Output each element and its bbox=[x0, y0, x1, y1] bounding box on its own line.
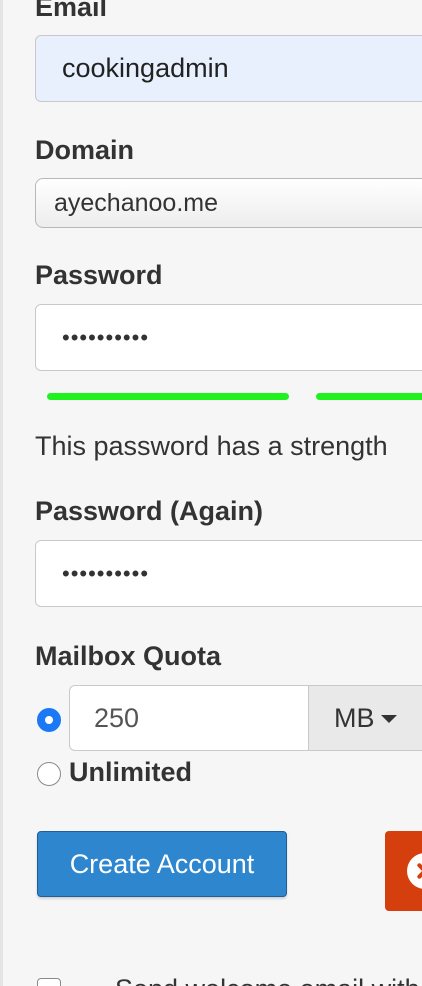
email-input-value: cookingadmin bbox=[62, 53, 229, 83]
domain-select[interactable]: ayechanoo.me bbox=[35, 178, 422, 228]
quota-unit-value: MB bbox=[334, 702, 375, 733]
quota-input[interactable]: 250 bbox=[69, 685, 309, 751]
cancel-button[interactable] bbox=[385, 831, 422, 911]
email-label: Email bbox=[35, 0, 108, 22]
email-input[interactable]: cookingadmin bbox=[35, 35, 422, 102]
password-again-input[interactable]: •••••••••• bbox=[35, 540, 422, 607]
add-email-account-form: Email cookingadmin Domain ayechanoo.me P… bbox=[0, 0, 422, 986]
mailbox-quota-label: Mailbox Quota bbox=[35, 641, 222, 671]
create-account-button[interactable]: Create Account bbox=[37, 831, 287, 897]
quota-limited-radio[interactable] bbox=[37, 708, 61, 732]
quota-unit-dropdown[interactable]: MB bbox=[308, 685, 422, 751]
password-strength-bar-segment bbox=[316, 393, 422, 400]
welcome-email-checkbox[interactable] bbox=[37, 978, 61, 986]
caret-down-icon bbox=[380, 715, 397, 723]
password-again-label: Password (Again) bbox=[35, 496, 264, 526]
quota-unlimited-label[interactable]: Unlimited bbox=[69, 759, 192, 786]
password-input-value: •••••••••• bbox=[62, 324, 150, 350]
password-again-input-value: •••••••••• bbox=[62, 560, 150, 586]
password-strength-bar-segment bbox=[47, 393, 289, 400]
domain-select-value: ayechanoo.me bbox=[54, 188, 219, 217]
password-strength-text: This password has a strength bbox=[35, 431, 388, 461]
welcome-email-label[interactable]: Send welcome email with bbox=[115, 974, 420, 986]
domain-label: Domain bbox=[35, 135, 135, 165]
quota-input-value: 250 bbox=[94, 702, 140, 733]
password-label: Password bbox=[35, 260, 163, 290]
password-input[interactable]: •••••••••• bbox=[35, 304, 422, 371]
quota-unlimited-radio[interactable] bbox=[37, 762, 61, 786]
close-circle-icon bbox=[407, 853, 422, 889]
